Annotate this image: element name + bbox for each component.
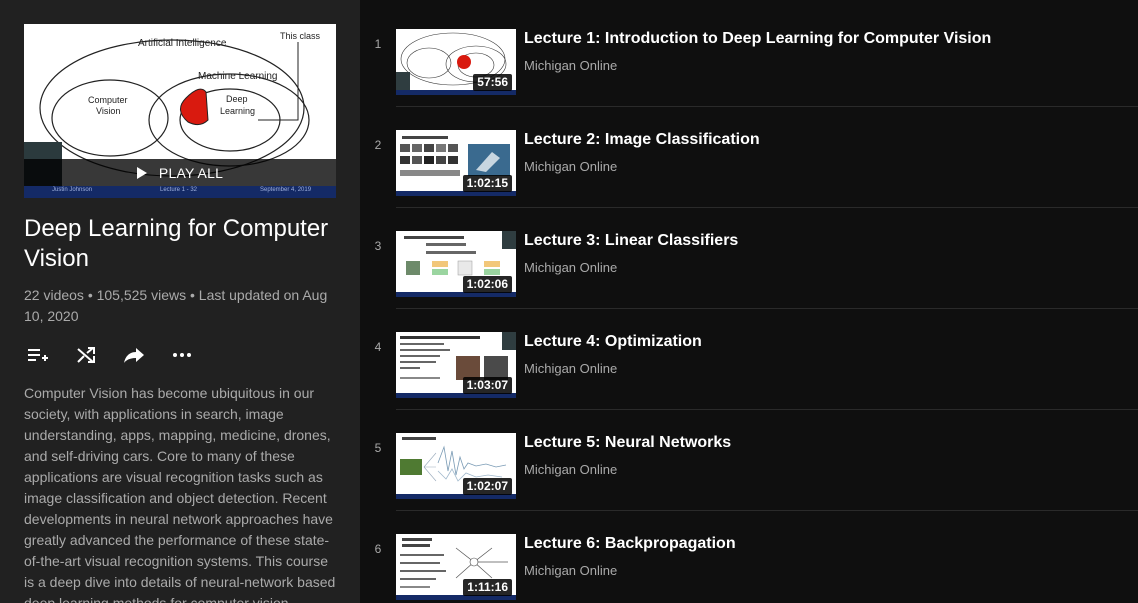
shuffle-icon bbox=[77, 347, 95, 363]
channel-name[interactable]: Michigan Online bbox=[524, 562, 617, 580]
svg-text:Computer: Computer bbox=[88, 95, 128, 105]
playlist-title[interactable]: Deep Learning for Computer Vision bbox=[24, 214, 336, 274]
playlist-description: Computer Vision has become ubiquitous in… bbox=[24, 385, 336, 603]
presenter-video bbox=[502, 332, 516, 350]
video-index: 2 bbox=[374, 138, 382, 152]
video-row[interactable]: 6 1:11:16 Lecture 6: Backpropagation Mic… bbox=[360, 511, 1138, 603]
video-duration: 1:02:15 bbox=[462, 175, 512, 192]
presenter-video bbox=[396, 72, 410, 90]
playlist-video-list: 1 57:56 Lecture 1: Introduction to Deep … bbox=[360, 0, 1138, 603]
playlist-add-icon bbox=[28, 349, 48, 361]
video-duration: 57:56 bbox=[473, 74, 512, 91]
svg-text:Artificial Intelligence: Artificial Intelligence bbox=[138, 38, 227, 49]
video-row[interactable]: 3 1:02:06 Lecture 3: Linear Classifiers … bbox=[360, 208, 1138, 309]
slide-footer: Justin Johnson Lecture 1 - 32 September … bbox=[24, 186, 336, 198]
video-title[interactable]: Lecture 6: Backpropagation bbox=[524, 534, 736, 554]
more-button[interactable] bbox=[168, 343, 196, 367]
video-thumbnail[interactable]: 1:11:16 bbox=[396, 534, 516, 600]
video-index: 4 bbox=[374, 340, 382, 354]
channel-name[interactable]: Michigan Online bbox=[524, 259, 617, 277]
svg-text:This class: This class bbox=[280, 31, 321, 41]
video-title[interactable]: Lecture 3: Linear Classifiers bbox=[524, 231, 738, 251]
playlist-actions bbox=[24, 343, 196, 367]
share-button[interactable] bbox=[120, 343, 148, 367]
channel-name[interactable]: Michigan Online bbox=[524, 461, 617, 479]
video-title[interactable]: Lecture 5: Neural Networks bbox=[524, 433, 731, 453]
video-title[interactable]: Lecture 1: Introduction to Deep Learning… bbox=[524, 29, 991, 49]
channel-name[interactable]: Michigan Online bbox=[524, 360, 617, 378]
video-row[interactable]: 2 1:02:15 Lecture 2: Image Classificatio… bbox=[360, 107, 1138, 208]
svg-text:Learning: Learning bbox=[220, 106, 255, 116]
channel-name[interactable]: Michigan Online bbox=[524, 158, 617, 176]
video-thumbnail[interactable]: 1:02:15 bbox=[396, 130, 516, 196]
play-all-label: PLAY ALL bbox=[158, 164, 224, 181]
video-index: 5 bbox=[374, 441, 382, 455]
playlist-sidebar: Artificial Intelligence Computer Vision … bbox=[0, 0, 360, 603]
video-duration: 1:03:07 bbox=[462, 377, 512, 394]
video-row[interactable]: 4 1:03:07 Lecture 4: Optimization Michig… bbox=[360, 309, 1138, 410]
slide-footer-date: September 4, 2019 bbox=[260, 187, 312, 193]
video-thumbnail[interactable]: 1:02:06 bbox=[396, 231, 516, 297]
svg-text:Machine Learning: Machine Learning bbox=[198, 71, 278, 82]
video-index: 1 bbox=[374, 37, 382, 51]
playlist-stats: 22 videos • 105,525 views • Last updated… bbox=[24, 287, 328, 324]
play-all-button[interactable]: PLAY ALL bbox=[24, 159, 336, 186]
add-to-queue-button[interactable] bbox=[24, 343, 52, 367]
presenter-video bbox=[502, 231, 516, 249]
video-title[interactable]: Lecture 4: Optimization bbox=[524, 332, 702, 352]
channel-name[interactable]: Michigan Online bbox=[524, 57, 617, 75]
video-row[interactable]: 5 1:02:07 Lecture 5: Neural Networks Mic… bbox=[360, 410, 1138, 511]
video-index: 3 bbox=[374, 239, 382, 253]
video-thumbnail[interactable]: 1:03:07 bbox=[396, 332, 516, 398]
video-duration: 1:02:06 bbox=[462, 276, 512, 293]
play-icon bbox=[136, 166, 147, 179]
video-thumbnail[interactable]: 1:02:07 bbox=[396, 433, 516, 499]
more-horiz-icon bbox=[173, 353, 191, 357]
svg-text:Deep: Deep bbox=[226, 94, 248, 104]
slide-footer-author: Justin Johnson bbox=[52, 187, 93, 193]
video-index: 6 bbox=[374, 542, 382, 556]
video-duration: 1:02:07 bbox=[462, 478, 512, 495]
shuffle-button[interactable] bbox=[72, 343, 100, 367]
share-icon bbox=[124, 348, 144, 363]
video-duration: 1:11:16 bbox=[463, 579, 512, 596]
playlist-thumbnail[interactable]: Artificial Intelligence Computer Vision … bbox=[24, 24, 336, 198]
slide-footer-lecture: Lecture 1 - 32 bbox=[160, 187, 198, 193]
video-title[interactable]: Lecture 2: Image Classification bbox=[524, 130, 760, 150]
video-row[interactable]: 1 57:56 Lecture 1: Introduction to Deep … bbox=[360, 6, 1138, 107]
svg-text:Vision: Vision bbox=[96, 106, 120, 116]
video-thumbnail[interactable]: 57:56 bbox=[396, 29, 516, 95]
